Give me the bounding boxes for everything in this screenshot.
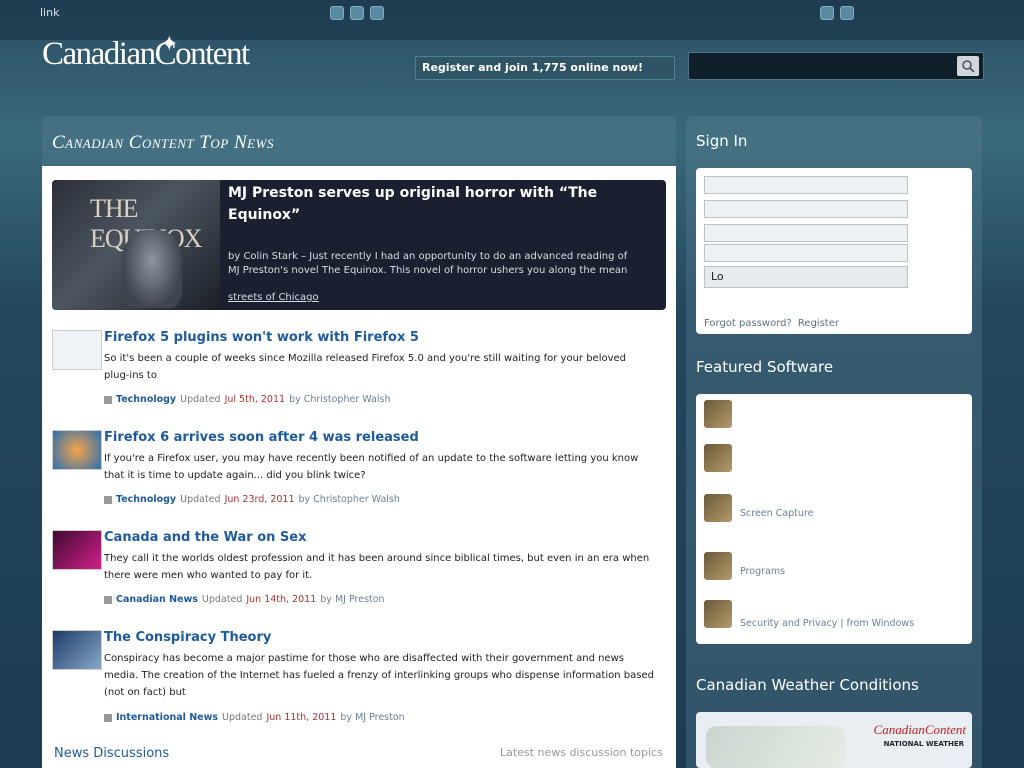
- top-button[interactable]: [330, 6, 344, 20]
- article-text: So it's been a couple of weeks since Moz…: [104, 353, 627, 381]
- article-date: Jun 14th, 2011: [246, 594, 317, 605]
- top-button[interactable]: [820, 6, 834, 20]
- feature-image-figure: [122, 230, 182, 308]
- article-text: They call it the worlds oldest professio…: [104, 553, 650, 581]
- search-icon: [962, 60, 975, 73]
- article-author[interactable]: by MJ Preston: [340, 712, 404, 723]
- software-sub: Security and Privacy | from Windows: [740, 618, 915, 629]
- article-text: If you're a Firefox user, you may have r…: [104, 453, 639, 481]
- article-title[interactable]: Firefox 5 plugins won't work with Firefo…: [104, 330, 419, 345]
- top-bar: link: [0, 0, 1024, 40]
- forgot-password-link[interactable]: Forgot password?: [704, 318, 792, 329]
- search-button[interactable]: [957, 56, 979, 76]
- weather-sub: NATIONAL WEATHER: [883, 740, 964, 748]
- category-icon: [104, 395, 112, 404]
- article-category[interactable]: Technology: [116, 494, 176, 505]
- article-meta: Canadian News Updated Jun 14th, 2011 by …: [104, 594, 385, 605]
- article-title[interactable]: The Conspiracy Theory: [104, 630, 271, 645]
- featured-software-heading: Featured Software: [696, 358, 834, 376]
- article-meta: International News Updated Jun 11th, 201…: [104, 712, 405, 723]
- article-title[interactable]: Firefox 6 arrives soon after 4 was relea…: [104, 430, 419, 445]
- article-category[interactable]: Technology: [116, 394, 176, 405]
- weather-heading: Canadian Weather Conditions: [696, 676, 919, 694]
- feature-title[interactable]: MJ Preston serves up original horror wit…: [228, 182, 648, 226]
- article-date: Jun 11th, 2011: [266, 712, 337, 723]
- top-news-heading: Canadian Content Top News: [52, 132, 274, 153]
- article-updated: Updated: [180, 494, 221, 505]
- article-updated: Updated: [201, 594, 243, 605]
- software-icon: [704, 444, 732, 472]
- signin-heading: Sign In: [696, 132, 748, 150]
- article-author[interactable]: by Christopher Walsh: [289, 394, 390, 405]
- latest-topics-label: Latest news discussion topics: [500, 746, 663, 759]
- software-icon: [704, 400, 732, 428]
- site-logo[interactable]: CanadianContent: [42, 36, 250, 73]
- top-link[interactable]: link: [40, 6, 59, 19]
- top-right-buttons: [820, 6, 854, 20]
- featured-software-box: [696, 394, 972, 644]
- article-updated: Updated: [222, 712, 263, 723]
- article-thumbnail[interactable]: [52, 530, 102, 570]
- article-title[interactable]: Canada and the War on Sex: [104, 530, 306, 545]
- software-icon: [704, 552, 732, 580]
- article-thumbnail[interactable]: [52, 630, 102, 670]
- software-icon: [704, 494, 732, 522]
- signin-links: Forgot password? Register: [704, 318, 839, 329]
- login-button[interactable]: Lo: [704, 266, 908, 288]
- article-author[interactable]: by Christopher Walsh: [299, 494, 400, 505]
- article-meta: Technology Updated Jul 5th, 2011 by Chri…: [104, 394, 390, 405]
- feature-text: by Colin Stark – Just recently I had an …: [228, 251, 628, 276]
- article-category[interactable]: Canadian News: [116, 594, 198, 605]
- register-link[interactable]: Register: [798, 318, 839, 329]
- search-input[interactable]: [688, 52, 984, 80]
- list-item: Firefox 5 plugins won't work with Firefo…: [52, 330, 666, 410]
- feature-image[interactable]: THE EQUINOX: [52, 180, 220, 310]
- list-item: The Conspiracy Theory Conspiracy has bec…: [52, 630, 666, 730]
- password-field[interactable]: [704, 200, 908, 218]
- article-thumbnail[interactable]: [52, 430, 102, 470]
- list-item: Canada and the War on Sex They call it t…: [52, 530, 666, 610]
- category-icon: [104, 595, 112, 604]
- top-button[interactable]: [840, 6, 854, 20]
- software-sub: Screen Capture: [740, 508, 814, 519]
- feature-link[interactable]: streets of Chicago: [228, 292, 319, 303]
- top-links: link: [40, 6, 59, 19]
- article-date: Jun 23rd, 2011: [224, 494, 295, 505]
- software-sub: Programs: [740, 566, 786, 577]
- article-meta: Technology Updated Jun 23rd, 2011 by Chr…: [104, 494, 400, 505]
- news-discussions-heading[interactable]: News Discussions: [54, 746, 169, 761]
- weather-map[interactable]: [706, 726, 846, 768]
- article-updated: Updated: [180, 394, 221, 405]
- maple-leaf-icon: ✦: [160, 32, 179, 57]
- register-banner[interactable]: Register and join 1,775 online now!: [415, 56, 675, 80]
- weather-widget[interactable]: CanadianContent NATIONAL WEATHER: [696, 712, 972, 768]
- username-field[interactable]: [704, 176, 908, 194]
- weather-brand: CanadianContent: [873, 722, 966, 737]
- top-button[interactable]: [370, 6, 384, 20]
- article-date: Jul 5th, 2011: [224, 394, 286, 405]
- top-button[interactable]: [350, 6, 364, 20]
- article-thumbnail[interactable]: [52, 330, 102, 370]
- signin-field[interactable]: [704, 224, 908, 242]
- signin-field[interactable]: [704, 244, 908, 262]
- article-text: Conspiracy has become a major pastime fo…: [104, 653, 654, 698]
- article-category[interactable]: International News: [116, 712, 218, 723]
- top-button-group: [330, 6, 384, 20]
- software-icon: [704, 600, 732, 628]
- list-item: Firefox 6 arrives soon after 4 was relea…: [52, 430, 666, 510]
- category-icon: [104, 495, 112, 504]
- article-author[interactable]: by MJ Preston: [320, 594, 384, 605]
- category-icon: [104, 713, 112, 722]
